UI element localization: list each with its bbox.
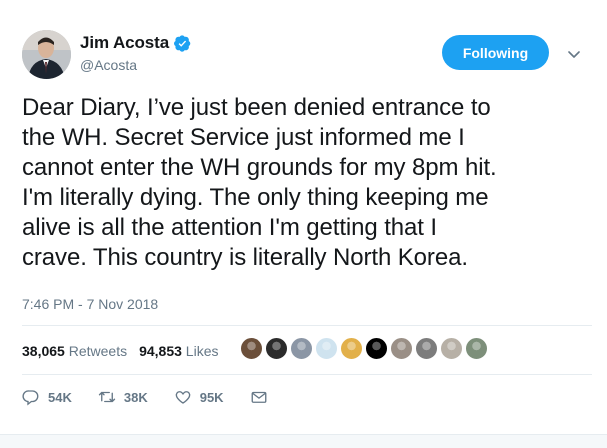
author-handle[interactable]: @Acosta [80, 57, 191, 73]
liker-avatar[interactable] [440, 337, 463, 360]
tweet-text: Dear Diary, I’ve just been denied entran… [22, 93, 592, 273]
tweet-text-line: the WH. Secret Service just informed me … [22, 124, 465, 151]
bottom-strip [0, 434, 607, 448]
retweets-count: 38,065 [22, 343, 65, 359]
liker-avatar[interactable] [415, 337, 438, 360]
liker-avatars [238, 337, 488, 360]
liker-avatar[interactable] [390, 337, 413, 360]
verified-badge-icon [174, 34, 191, 52]
liker-avatar[interactable] [265, 337, 288, 360]
following-button[interactable]: Following [442, 35, 549, 70]
tweet-text-line: crave. This country is literally North K… [22, 244, 468, 271]
tweet-text-line: alive is all the attention I'm getting t… [22, 214, 437, 241]
avatar[interactable] [22, 30, 71, 79]
retweets-stat[interactable]: 38,065 Retweets [22, 343, 127, 359]
retweet-icon [98, 391, 116, 403]
reply-count: 54K [48, 389, 72, 405]
retweet-count: 38K [123, 389, 148, 405]
tweet-actions: 54K 38K 95K [22, 388, 294, 406]
liker-avatar[interactable] [290, 337, 313, 360]
reply-icon [22, 390, 39, 406]
tweet-text-line: cannot enter the WH grounds for my 8pm h… [22, 154, 497, 181]
direct-message-button[interactable] [250, 388, 268, 406]
tweet-card: Jim Acosta @Acosta Following Dear Diary,… [0, 0, 607, 448]
like-button[interactable]: 95K [174, 388, 224, 406]
retweets-label: Retweets [68, 343, 128, 359]
heart-icon [175, 391, 191, 404]
author-name[interactable]: Jim Acosta [80, 33, 169, 53]
liker-avatar[interactable] [465, 337, 488, 360]
envelope-icon [251, 391, 267, 403]
chevron-down-icon[interactable] [568, 46, 580, 58]
reply-button[interactable]: 54K [22, 388, 72, 406]
tweet-text-line: I'm literally dying. The only thing keep… [22, 184, 489, 211]
liker-avatar[interactable] [240, 337, 263, 360]
author-block: Jim Acosta @Acosta [80, 33, 191, 73]
divider [22, 374, 592, 375]
like-count: 95K [199, 389, 224, 405]
divider [22, 325, 592, 326]
tweet-text-line: Dear Diary, I’ve just been denied entran… [22, 94, 491, 121]
likes-stat[interactable]: 94,853 Likes [139, 343, 218, 359]
liker-avatar[interactable] [315, 337, 338, 360]
likes-count: 94,853 [139, 343, 182, 359]
likes-label: Likes [185, 343, 219, 359]
tweet-timestamp[interactable]: 7:46 PM - 7 Nov 2018 [22, 296, 158, 312]
liker-avatar[interactable] [340, 337, 363, 360]
liker-avatar[interactable] [365, 337, 388, 360]
tweet-stats: 38,065 Retweets 94,853 Likes [22, 343, 218, 359]
retweet-button[interactable]: 38K [98, 388, 148, 406]
